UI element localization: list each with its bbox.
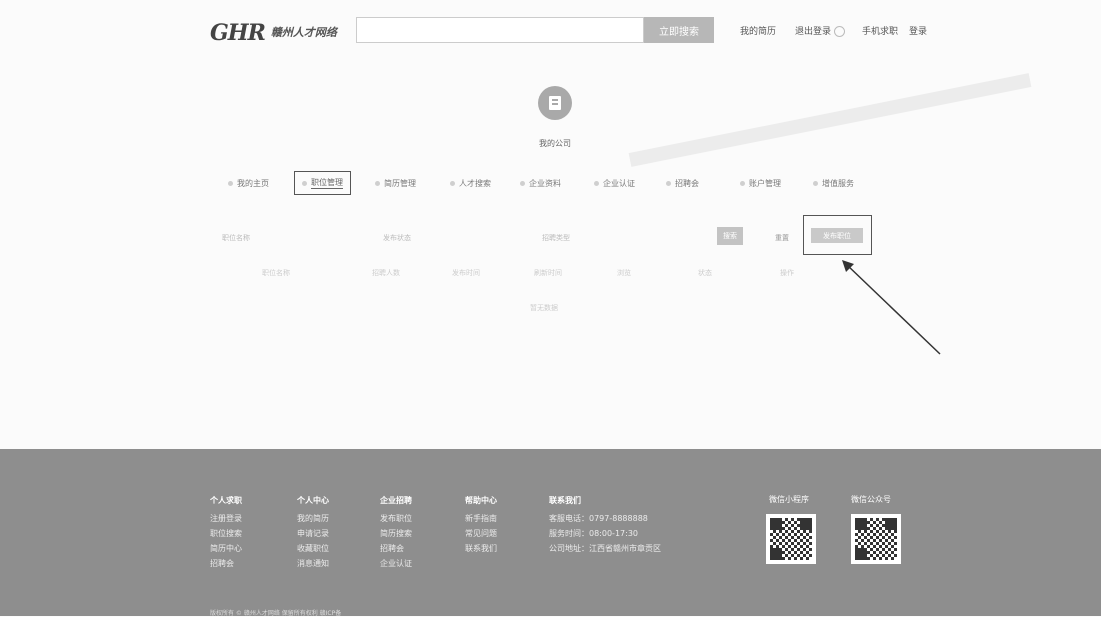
logo-text: 赣州人才网络 <box>271 27 337 40</box>
col-head-refresh-time: 刷新时间 <box>534 269 562 277</box>
tab-company-info[interactable]: 企业资料 <box>520 178 561 189</box>
calendar-icon <box>666 181 671 186</box>
tab-home[interactable]: 我的主页 <box>228 178 269 189</box>
mobile-link[interactable]: 手机求职 <box>862 24 898 37</box>
company-avatar[interactable] <box>538 86 572 120</box>
footer-link[interactable]: 招聘会 <box>210 556 242 571</box>
qr-code-official-account <box>851 514 901 564</box>
resume-icon <box>375 181 380 186</box>
user-icon <box>834 26 846 37</box>
footer-link[interactable]: 简历中心 <box>210 541 242 556</box>
annotation-arrow <box>842 260 941 355</box>
footer-link[interactable]: 消息通知 <box>297 556 329 571</box>
footer-col-head: 企业招聘 <box>380 496 412 505</box>
account-icon <box>740 181 745 186</box>
qr-label-official-account: 微信公众号 <box>851 495 891 504</box>
tab-label: 企业认证 <box>603 179 635 188</box>
info-icon <box>520 181 525 186</box>
tab-label: 人才搜索 <box>459 179 491 188</box>
site-logo[interactable]: GHR 赣州人才网络 <box>210 20 337 46</box>
footer-link[interactable]: 简历搜索 <box>380 526 412 541</box>
reset-button[interactable]: 重置 <box>775 233 789 243</box>
tab-job-fair[interactable]: 招聘会 <box>666 178 699 189</box>
tab-label: 简历管理 <box>384 179 416 188</box>
building-icon <box>549 96 561 110</box>
footer-col-head: 个人求职 <box>210 496 242 505</box>
footer-contact-line: 服务时间：08:00-17:30 <box>549 529 638 538</box>
tab-label: 我的主页 <box>237 179 269 188</box>
tab-value-added[interactable]: 增值服务 <box>813 178 854 189</box>
footer-link[interactable]: 新手指南 <box>465 511 497 526</box>
footer-col-help: 帮助中心 新手指南 常见问题 联系我们 <box>465 493 497 556</box>
footer-col-contact: 联系我们 客服电话：0797-8888888 服务时间：08:00-17:30 … <box>549 493 661 556</box>
footer-link[interactable]: 招聘会 <box>380 541 412 556</box>
footer-link[interactable]: 收藏职位 <box>297 541 329 556</box>
logout-link[interactable]: 退出登录 <box>795 24 846 37</box>
background-decoration <box>628 73 1032 167</box>
qr-code-miniprogram <box>766 514 816 564</box>
briefcase-icon <box>302 180 307 186</box>
footer-col-head: 个人中心 <box>297 496 329 505</box>
col-head-status: 状态 <box>698 269 712 277</box>
qr-pattern <box>855 518 897 560</box>
footer-link[interactable]: 职位搜索 <box>210 526 242 541</box>
type-filter[interactable]: 招聘类型 <box>542 233 570 243</box>
footer-contact-line: 公司地址：江西省赣州市章贡区 <box>549 544 661 553</box>
footer-col-head: 帮助中心 <box>465 496 497 505</box>
search-input[interactable] <box>356 17 644 43</box>
tab-resumes[interactable]: 简历管理 <box>375 178 416 189</box>
tab-certification[interactable]: 企业认证 <box>594 178 635 189</box>
footer-link[interactable]: 我的简历 <box>297 511 329 526</box>
footer-contact-line: 客服电话：0797-8888888 <box>549 514 648 523</box>
logo-mark: GHR <box>210 20 266 46</box>
filter-search-button[interactable]: 搜索 <box>717 227 743 245</box>
tab-label: 账户管理 <box>749 179 781 188</box>
tab-label: 企业资料 <box>529 179 561 188</box>
col-head-publish-time: 发布时间 <box>452 269 480 277</box>
status-filter[interactable]: 发布状态 <box>383 233 411 243</box>
footer-col-personal: 个人中心 我的简历 申请记录 收藏职位 消息通知 <box>297 493 329 571</box>
badge-icon <box>594 181 599 186</box>
footer-col-job-seeker: 个人求职 注册登录 职位搜索 简历中心 招聘会 <box>210 493 242 571</box>
company-name: 我的公司 <box>539 139 571 148</box>
tab-jobs[interactable]: 职位管理 <box>294 171 351 195</box>
col-head-count: 招聘人数 <box>372 269 400 277</box>
tab-label: 增值服务 <box>822 179 854 188</box>
tab-label: 招聘会 <box>675 179 699 188</box>
star-icon <box>813 181 818 186</box>
qr-label-miniprogram: 微信小程序 <box>769 495 809 504</box>
logout-label: 退出登录 <box>795 27 832 37</box>
footer-link[interactable]: 联系我们 <box>465 541 497 556</box>
logo-cn: 赣州人才网络 <box>270 25 337 39</box>
footer-col-head: 联系我们 <box>549 496 581 505</box>
footer-link[interactable]: 申请记录 <box>297 526 329 541</box>
tab-account[interactable]: 账户管理 <box>740 178 781 189</box>
home-icon <box>228 181 233 186</box>
col-head-views: 浏览 <box>617 269 631 277</box>
col-head-name: 职位名称 <box>262 269 290 277</box>
my-resume-link[interactable]: 我的简历 <box>740 24 776 37</box>
footer-link[interactable]: 发布职位 <box>380 511 412 526</box>
footer-col-employer: 企业招聘 发布职位 简历搜索 招聘会 企业认证 <box>380 493 412 571</box>
col-head-actions: 操作 <box>780 269 794 277</box>
footer-link[interactable]: 企业认证 <box>380 556 412 571</box>
footer-link[interactable]: 注册登录 <box>210 511 242 526</box>
search-person-icon <box>450 181 455 186</box>
qr-pattern <box>770 518 812 560</box>
search-button[interactable]: 立即搜索 <box>644 17 714 43</box>
empty-state: 暂无数据 <box>530 304 558 312</box>
tab-talent-search[interactable]: 人才搜索 <box>450 178 491 189</box>
footer-link[interactable]: 常见问题 <box>465 526 497 541</box>
tab-label: 职位管理 <box>311 178 343 189</box>
keyword-filter[interactable]: 职位名称 <box>222 233 250 243</box>
add-job-button[interactable]: 发布职位 <box>811 228 863 243</box>
login-link[interactable]: 登录 <box>909 24 927 37</box>
